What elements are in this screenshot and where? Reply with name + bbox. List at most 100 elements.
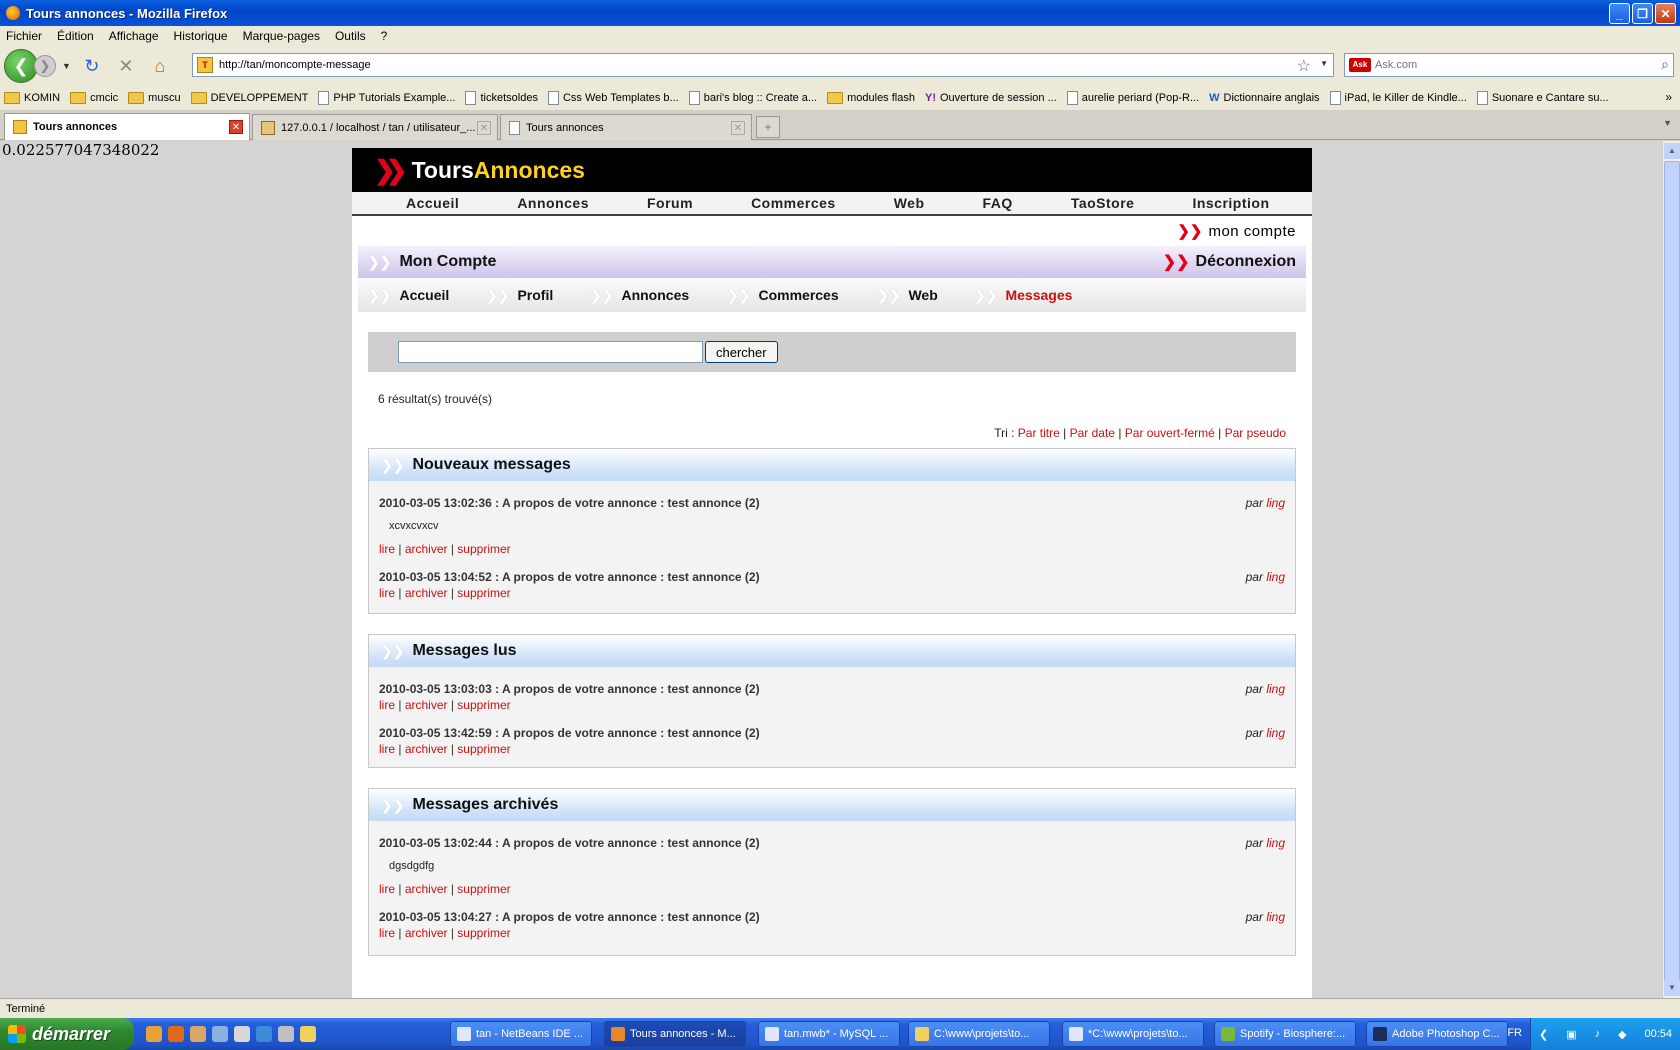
delete-link[interactable]: supprimer <box>457 542 510 556</box>
archive-link[interactable]: archiver <box>405 742 448 756</box>
delete-link[interactable]: supprimer <box>457 926 510 940</box>
tool-icon[interactable] <box>212 1026 228 1042</box>
page-scrollbar[interactable]: ▲ ▼ <box>1662 141 1680 998</box>
search-bar[interactable]: Ask ⌕ <box>1344 53 1674 77</box>
message-header[interactable]: 2010-03-05 13:03:03 : A propos de votre … <box>379 682 1285 696</box>
close-window-button[interactable]: ✕ <box>1655 3 1676 24</box>
sort-by-pseudo[interactable]: Par pseudo <box>1225 426 1286 440</box>
task-netbeans[interactable]: tan - NetBeans IDE ... <box>450 1021 592 1047</box>
user-icon[interactable] <box>190 1026 206 1042</box>
read-link[interactable]: lire <box>379 586 395 600</box>
bookmark-ticketsoldes[interactable]: ticketsoldes <box>465 91 538 105</box>
url-text[interactable]: http://tan/moncompte-message <box>219 59 371 71</box>
delete-link[interactable]: supprimer <box>457 882 510 896</box>
menu-marque-pages[interactable]: Marque-pages <box>243 29 320 43</box>
menu-edition[interactable]: Édition <box>57 29 94 43</box>
menu-affichage[interactable]: Affichage <box>109 29 159 43</box>
bookmark-aurelie-periard[interactable]: aurelie periard (Pop-R... <box>1066 91 1199 105</box>
task-explorer[interactable]: C:\www\projets\to... <box>908 1021 1050 1047</box>
read-link[interactable]: lire <box>379 698 395 712</box>
menu-historique[interactable]: Historique <box>174 29 228 43</box>
search-button[interactable]: chercher <box>705 341 778 363</box>
subnav-messages[interactable]: ❯❯ Messages <box>974 287 1072 304</box>
bookmark-dictionnaire[interactable]: W Dictionnaire anglais <box>1209 92 1319 104</box>
delete-link[interactable]: supprimer <box>457 698 510 712</box>
internet-explorer-icon[interactable] <box>256 1026 272 1042</box>
history-dropdown-icon[interactable]: ▼ <box>62 61 71 71</box>
stop-icon[interactable]: ✕ <box>113 53 139 79</box>
archive-link[interactable]: archiver <box>405 882 448 896</box>
mon-compte-link[interactable]: mon compte <box>1208 223 1296 240</box>
subnav-accueil[interactable]: ❯❯ Accueil <box>368 287 486 304</box>
minimize-button[interactable]: _ <box>1609 3 1630 24</box>
magnifier-icon[interactable]: ⌕ <box>1661 56 1669 73</box>
close-tab-icon[interactable]: ✕ <box>229 120 243 134</box>
search-input[interactable] <box>1375 59 1645 71</box>
topnav-web[interactable]: Web <box>894 195 925 211</box>
folder-icon[interactable] <box>300 1026 316 1042</box>
scroll-up-icon[interactable]: ▲ <box>1664 143 1680 159</box>
delete-link[interactable]: supprimer <box>457 586 510 600</box>
bookmarks-overflow-icon[interactable]: » <box>1665 90 1672 104</box>
sort-by-title[interactable]: Par titre <box>1018 426 1060 440</box>
bookmark-developpement[interactable]: DEVELOPPEMENT <box>190 92 308 104</box>
message-header[interactable]: 2010-03-05 13:02:36 : A propos de votre … <box>379 496 1285 510</box>
author-link[interactable]: ling <box>1266 570 1285 584</box>
subnav-profil[interactable]: ❯❯ Profil <box>486 287 590 304</box>
read-link[interactable]: lire <box>379 742 395 756</box>
topnav-taostore[interactable]: TaoStore <box>1071 195 1135 211</box>
read-link[interactable]: lire <box>379 542 395 556</box>
close-tab-icon[interactable]: ✕ <box>477 121 491 135</box>
bookmark-star-icon[interactable]: ☆ <box>1297 56 1311 76</box>
scroll-down-icon[interactable]: ▼ <box>1664 980 1680 996</box>
topnav-commerces[interactable]: Commerces <box>751 195 836 211</box>
tab-tours-annonces-active[interactable]: Tours annonces ✕ <box>4 113 250 140</box>
bookmark-modules-flash[interactable]: modules flash <box>827 92 915 104</box>
author-link[interactable]: ling <box>1266 836 1285 850</box>
subnav-web[interactable]: ❯❯ Web <box>877 287 974 304</box>
bookmark-suonare[interactable]: Suonare e Cantare su... <box>1476 91 1609 105</box>
bookmark-baris-blog[interactable]: bari's blog :: Create a... <box>688 91 817 105</box>
network-icon[interactable]: ▣ <box>1566 1028 1576 1041</box>
subnav-annonces[interactable]: ❯❯ Annonces <box>590 287 727 304</box>
tray-expand-icon[interactable]: ❮ <box>1539 1028 1548 1041</box>
bookmark-css-web-templates[interactable]: Css Web Templates b... <box>547 91 679 105</box>
home-icon[interactable]: ⌂ <box>147 53 173 79</box>
bookmark-muscu[interactable]: muscu <box>128 92 181 104</box>
task-firefox[interactable]: Tours annonces - M... <box>604 1021 746 1047</box>
read-link[interactable]: lire <box>379 926 395 940</box>
scrollbar-thumb[interactable] <box>1664 161 1680 981</box>
task-editor[interactable]: *C:\www\projets\to... <box>1062 1021 1204 1047</box>
message-search-input[interactable] <box>398 341 703 363</box>
author-link[interactable]: ling <box>1266 496 1285 510</box>
archive-link[interactable]: archiver <box>405 926 448 940</box>
maximize-button[interactable]: ❐ <box>1632 3 1653 24</box>
url-bar[interactable]: T http://tan/moncompte-message ☆ ▼ <box>192 53 1334 77</box>
author-link[interactable]: ling <box>1266 726 1285 740</box>
url-dropdown-icon[interactable]: ▼ <box>1320 59 1328 68</box>
topnav-faq[interactable]: FAQ <box>983 195 1013 211</box>
menu-outils[interactable]: Outils <box>335 29 366 43</box>
archive-link[interactable]: archiver <box>405 586 448 600</box>
bookmark-cmcic[interactable]: cmcic <box>70 92 118 104</box>
back-button[interactable]: ❮ <box>4 49 38 83</box>
media-icon[interactable] <box>278 1026 294 1042</box>
tab-list-icon[interactable]: ▼ <box>1663 118 1672 128</box>
tab-phpmyadmin[interactable]: 127.0.0.1 / localhost / tan / utilisateu… <box>252 114 498 140</box>
bookmark-php-tutorials[interactable]: PHP Tutorials Example... <box>318 91 455 105</box>
clock[interactable]: 00:54 <box>1644 1028 1672 1040</box>
language-indicator[interactable]: FR <box>1507 1027 1522 1039</box>
delete-link[interactable]: supprimer <box>457 742 510 756</box>
reload-icon[interactable]: ↻ <box>79 53 105 79</box>
message-header[interactable]: 2010-03-05 13:42:59 : A propos de votre … <box>379 726 1285 740</box>
tab-tours-annonces-2[interactable]: Tours annonces ✕ <box>500 114 752 140</box>
start-button[interactable]: démarrer <box>0 1018 134 1050</box>
topnav-annonces[interactable]: Annonces <box>517 195 589 211</box>
task-photoshop[interactable]: Adobe Photoshop C... <box>1366 1021 1508 1047</box>
task-mysql[interactable]: tan.mwb* - MySQL ... <box>758 1021 900 1047</box>
message-header[interactable]: 2010-03-05 13:04:27 : A propos de votre … <box>379 910 1285 924</box>
bookmark-ipad[interactable]: iPad, le Killer de Kindle... <box>1329 91 1467 105</box>
volume-icon[interactable]: ♪ <box>1595 1028 1601 1040</box>
forward-button[interactable]: ❯ <box>34 55 56 77</box>
bookmark-ouverture-session[interactable]: Y! Ouverture de session ... <box>925 92 1057 104</box>
